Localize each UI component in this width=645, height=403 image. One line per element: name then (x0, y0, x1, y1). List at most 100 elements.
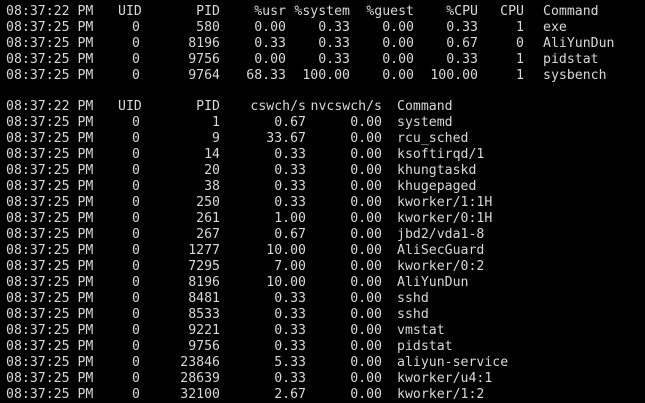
table-row: 08:37:25 PM 0 8196 10.00 0.00 AliYunDun (0, 275, 645, 291)
cell-command: jbd2/vda1-8 (397, 227, 485, 242)
table-row: 08:37:25 PM 0 9221 0.33 0.00 vmstat (0, 323, 645, 339)
table-row: 08:37:25 PM 0 9756 0.00 0.33 0.00 0.33 1 pidstat (0, 52, 645, 68)
cell-pid: 28639 (180, 371, 220, 386)
cell-time: 08:37:25 PM (6, 275, 94, 290)
column-header-command: Command (397, 99, 453, 114)
cell-time: 08:37:25 PM (6, 115, 94, 130)
cell-cswch: 1.00 (274, 211, 306, 226)
cell-system: 0.33 (318, 20, 350, 35)
cell-cswch: 0.33 (274, 323, 306, 338)
cell-command: kworker/0:2 (397, 259, 485, 274)
cell-guest: 0.00 (382, 68, 414, 83)
cell-time: 08:37:25 PM (6, 355, 94, 370)
cell-command: systemd (397, 115, 453, 130)
cell-pid: 8533 (188, 307, 220, 322)
cell-pid: 1277 (188, 243, 220, 258)
cell-cswch: 0.33 (274, 163, 306, 178)
cell-pid: 9764 (188, 68, 220, 83)
cell-usr: 0.00 (254, 20, 286, 35)
column-header-usr: %usr (254, 4, 286, 19)
table-row: 08:37:25 PM 0 8196 0.33 0.33 0.00 0.67 0 AliYunD… (0, 36, 645, 52)
column-header-time: 08:37:22 PM (6, 4, 94, 19)
cell-time: 08:37:25 PM (6, 131, 94, 146)
cell-pid: 250 (196, 195, 220, 210)
cell-time: 08:37:25 PM (6, 259, 94, 274)
column-header-system: %system (294, 4, 350, 19)
cell-pid: 1 (212, 115, 220, 130)
cell-nvcswch: 0.00 (350, 291, 382, 306)
table-row: 08:37:25 PM 0 32100 2.67 0.00 kworker/1:2 (0, 387, 645, 403)
cell-usr: 0.33 (254, 36, 286, 51)
table-row: 08:37:25 PM 0 580 0.00 0.33 0.00 0.33 1 exe (0, 20, 645, 36)
cell-uid: 0 (132, 195, 140, 210)
cell-command: sshd (397, 307, 429, 322)
table-row: 08:37:25 PM 0 250 0.33 0.00 kworker/1:1H (0, 195, 645, 211)
cell-cswch: 33.67 (266, 131, 306, 146)
cell-system: 0.33 (318, 36, 350, 51)
cell-cpu-pct: 0.33 (446, 52, 478, 67)
cell-cswch: 10.00 (266, 275, 306, 290)
cell-nvcswch: 0.00 (350, 387, 382, 402)
cell-system: 0.33 (318, 52, 350, 67)
terminal-window[interactable]: 08:37:22 PM UID PID %usr %system %guest %CPU CP… (0, 0, 645, 403)
cell-pid: 8196 (188, 275, 220, 290)
cell-pid: 9756 (188, 52, 220, 67)
cell-time: 08:37:25 PM (6, 211, 94, 226)
cell-time: 08:37:25 PM (6, 323, 94, 338)
cell-uid: 0 (132, 68, 140, 83)
cell-pid: 9221 (188, 323, 220, 338)
cell-command: aliyun-service (397, 355, 509, 370)
cell-time: 08:37:25 PM (6, 339, 94, 354)
table-row: 08:37:25 PM 0 23846 5.33 0.00 aliyun-service (0, 355, 645, 371)
cell-cpu-pct: 0.67 (446, 36, 478, 51)
table-row: 08:37:25 PM 0 7295 7.00 0.00 kworker/0:2 (0, 259, 645, 275)
cell-cpu: 1 (516, 20, 524, 35)
cell-command: kworker/1:2 (397, 387, 485, 402)
column-header-uid: UID (118, 99, 142, 114)
table-row: 08:37:25 PM 0 1277 10.00 0.00 AliSecGuard (0, 243, 645, 259)
cell-nvcswch: 0.00 (350, 163, 382, 178)
cell-pid: 8196 (188, 36, 220, 51)
cell-uid: 0 (132, 227, 140, 242)
cell-nvcswch: 0.00 (350, 115, 382, 130)
cell-nvcswch: 0.00 (350, 371, 382, 386)
cell-cpu-pct: 100.00 (430, 68, 478, 83)
cell-command: kworker/u4:1 (397, 371, 493, 386)
cell-cswch: 0.33 (274, 339, 306, 354)
cell-cpu: 1 (516, 52, 524, 67)
table-row: 08:37:25 PM 0 9764 68.33 100.00 0.00 100.00 1 sy… (0, 68, 645, 84)
cell-time: 08:37:25 PM (6, 307, 94, 322)
column-header-guest: %guest (366, 4, 414, 19)
cell-guest: 0.00 (382, 36, 414, 51)
table-row: 08:37:25 PM 0 267 0.67 0.00 jbd2/vda1-8 (0, 227, 645, 243)
cell-uid: 0 (132, 387, 140, 402)
cell-uid: 0 (132, 259, 140, 274)
cell-uid: 0 (132, 163, 140, 178)
cell-uid: 0 (132, 115, 140, 130)
cell-pid: 32100 (180, 387, 220, 402)
column-header-nvcswch: nvcswch/s (310, 99, 382, 114)
cell-uid: 0 (132, 20, 140, 35)
cell-nvcswch: 0.00 (350, 179, 382, 194)
cell-uid: 0 (132, 371, 140, 386)
cell-command: pidstat (543, 52, 599, 67)
column-header-cswch: cswch/s (250, 99, 306, 114)
column-header-command: Command (543, 4, 599, 19)
cell-pid: 9756 (188, 339, 220, 354)
cell-time: 08:37:25 PM (6, 291, 94, 306)
cell-cswch: 0.33 (274, 195, 306, 210)
cell-cswch: 0.67 (274, 115, 306, 130)
cell-pid: 23846 (180, 355, 220, 370)
cell-cpu: 0 (516, 36, 524, 51)
cell-pid: 8481 (188, 291, 220, 306)
cell-cswch: 0.67 (274, 227, 306, 242)
table-row: 08:37:25 PM 0 9 33.67 0.00 rcu_sched (0, 131, 645, 147)
cell-pid: 261 (196, 211, 220, 226)
cell-uid: 0 (132, 275, 140, 290)
cell-command: sshd (397, 291, 429, 306)
cell-time: 08:37:25 PM (6, 243, 94, 258)
cell-system: 100.00 (302, 68, 350, 83)
cell-cswch: 0.33 (274, 147, 306, 162)
cell-uid: 0 (132, 211, 140, 226)
cell-command: pidstat (397, 339, 453, 354)
